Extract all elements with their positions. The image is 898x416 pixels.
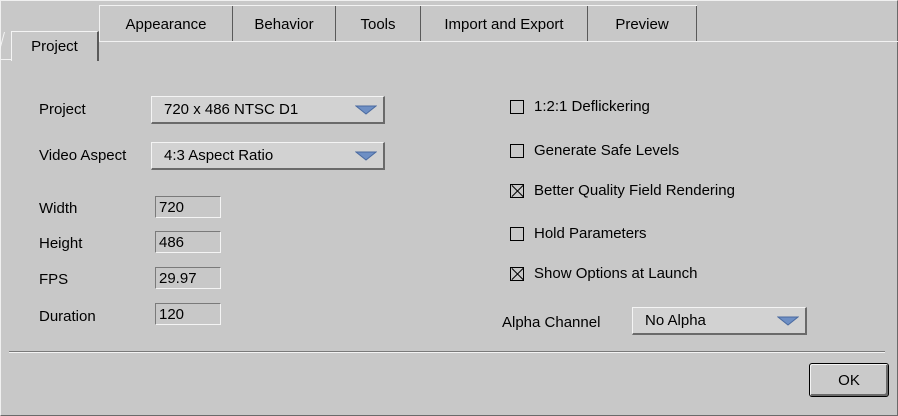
tab-strip: Appearance Behavior Tools Import and Exp…	[99, 5, 697, 42]
footer-separator	[9, 351, 885, 353]
project-preset-value: 720 x 486 NTSC D1	[164, 101, 299, 118]
tab-preview[interactable]: Preview	[588, 6, 697, 42]
show-options-label: Show Options at Launch	[534, 265, 698, 282]
hold-parameters-checkbox[interactable]	[510, 226, 524, 241]
fps-label: FPS	[39, 271, 69, 288]
hold-parameters-label: Hold Parameters	[534, 225, 647, 242]
alpha-channel-select[interactable]: No Alpha	[632, 307, 807, 335]
deflickering-option[interactable]: 1:2:1 Deflickering	[510, 98, 650, 115]
show-options-checkbox[interactable]	[510, 266, 524, 281]
tab-project[interactable]: Project	[11, 31, 99, 61]
tab-appearance[interactable]: Appearance	[99, 6, 233, 42]
tab-tools[interactable]: Tools	[336, 6, 421, 42]
deflickering-checkbox[interactable]	[510, 99, 524, 114]
chevron-down-icon	[353, 101, 379, 119]
chevron-down-icon	[775, 312, 801, 330]
video-aspect-value: 4:3 Aspect Ratio	[164, 147, 274, 164]
width-label: Width	[39, 200, 78, 217]
video-aspect-label: Video Aspect	[39, 147, 127, 164]
hold-parameters-option[interactable]: Hold Parameters	[510, 225, 647, 242]
field-rendering-option[interactable]: Better Quality Field Rendering	[510, 182, 735, 199]
deflickering-label: 1:2:1 Deflickering	[534, 98, 650, 115]
safe-levels-option[interactable]: Generate Safe Levels	[510, 142, 679, 159]
project-label: Project	[39, 101, 86, 118]
tab-strip-divider-end	[699, 41, 898, 42]
duration-field[interactable]	[155, 303, 221, 325]
tab-behavior[interactable]: Behavior	[233, 6, 336, 42]
fps-field[interactable]	[155, 267, 221, 289]
field-rendering-checkbox[interactable]	[510, 183, 524, 198]
tab-strip-divider	[99, 41, 699, 42]
height-label: Height	[39, 235, 83, 252]
alpha-channel-label: Alpha Channel	[502, 314, 601, 331]
safe-levels-label: Generate Safe Levels	[534, 142, 680, 159]
tab-bar: Appearance Behavior Tools Import and Exp…	[1, 1, 898, 61]
width-field[interactable]	[155, 196, 221, 218]
ok-button[interactable]: OK	[809, 363, 889, 397]
tab-import-and-export[interactable]: Import and Export	[421, 6, 588, 42]
chevron-down-icon	[353, 147, 379, 165]
alpha-channel-value: No Alpha	[645, 312, 706, 329]
show-options-option[interactable]: Show Options at Launch	[510, 265, 697, 282]
safe-levels-checkbox[interactable]	[510, 143, 524, 158]
duration-label: Duration	[39, 308, 96, 325]
field-rendering-label: Better Quality Field Rendering	[534, 182, 735, 199]
project-preset-select[interactable]: 720 x 486 NTSC D1	[151, 96, 385, 124]
project-settings-dialog: Appearance Behavior Tools Import and Exp…	[0, 0, 898, 416]
video-aspect-select[interactable]: 4:3 Aspect Ratio	[151, 142, 385, 170]
height-field[interactable]	[155, 231, 221, 253]
